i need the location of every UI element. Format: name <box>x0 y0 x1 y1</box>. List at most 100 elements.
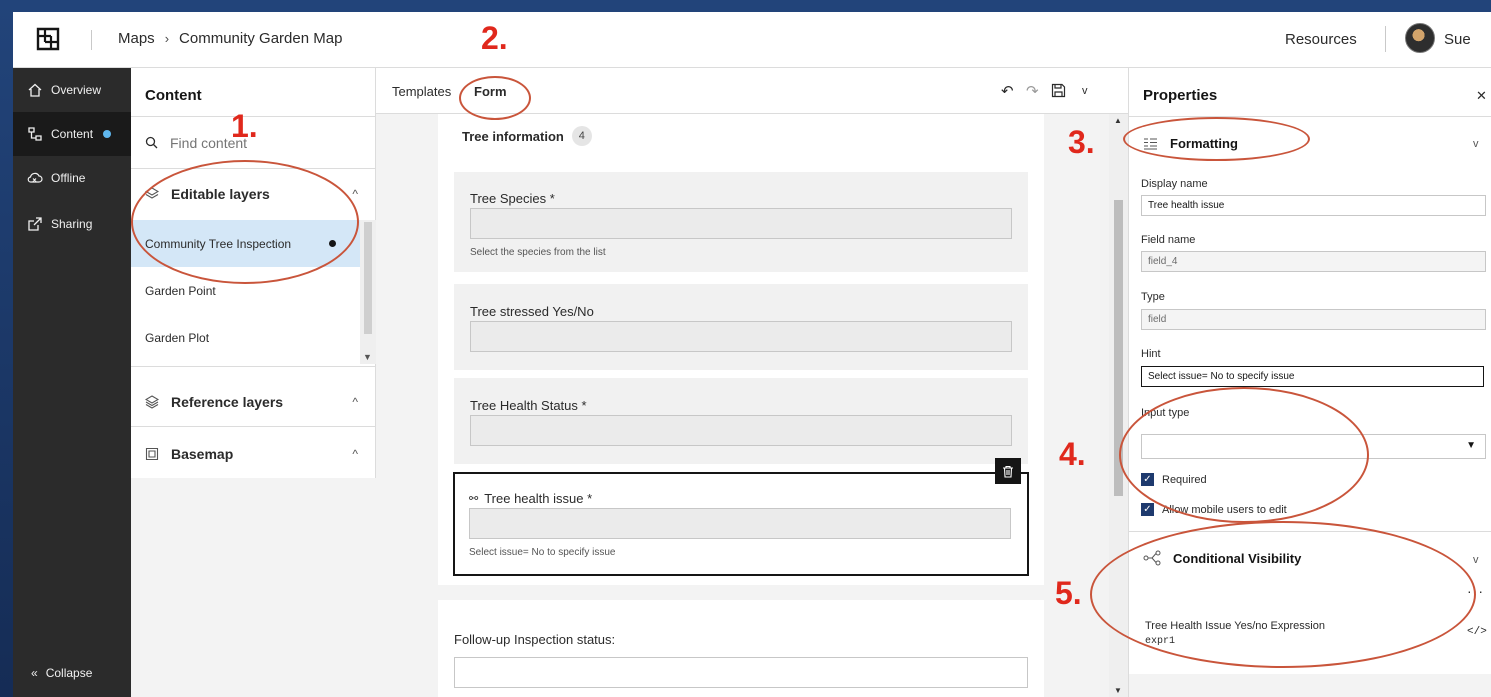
annotation-number: 5. <box>1055 575 1082 611</box>
nav-item-label: Sharing <box>51 217 93 231</box>
field-input-preview <box>469 508 1011 539</box>
trash-icon <box>1003 465 1013 478</box>
breadcrumb-maps[interactable]: Maps <box>118 30 155 47</box>
group-title-label: Tree information <box>462 128 564 144</box>
layer-label: Garden Point <box>145 283 216 298</box>
display-name-label: Display name <box>1141 178 1208 190</box>
nav-item-sharing[interactable]: Sharing <box>13 202 131 246</box>
double-chevron-left-icon: « <box>31 666 38 680</box>
breadcrumb: Maps › Community Garden Map <box>118 30 342 47</box>
layers-scrollbar[interactable]: ▼ <box>360 220 376 364</box>
chevron-up-icon: ^ <box>352 447 358 461</box>
annotation-ellipse <box>131 160 359 284</box>
form-field-card[interactable]: Tree Species * Select the species from t… <box>454 172 1028 272</box>
search-icon <box>145 136 158 149</box>
chevron-up-icon: ^ <box>352 187 358 201</box>
tab-templates[interactable]: Templates <box>392 84 451 99</box>
form-field-card[interactable]: Tree stressed Yes/No <box>454 284 1028 370</box>
collapse-button[interactable]: « Collapse <box>13 658 131 688</box>
annotation-ellipse <box>1119 387 1369 523</box>
field-label-text: Tree health issue * <box>484 491 593 506</box>
scrollbar-thumb[interactable] <box>364 222 372 334</box>
annotation-number: 3. <box>1068 124 1095 160</box>
hint-field[interactable]: Select issue= No to specify issue <box>1141 366 1484 387</box>
field-name-field: field_4 <box>1141 251 1486 272</box>
chevron-down-icon[interactable]: v <box>1082 85 1088 97</box>
panel-empty-area <box>1129 674 1491 697</box>
panel-title: Content <box>145 87 202 104</box>
reference-layers-header[interactable]: Reference layers ^ <box>131 377 376 427</box>
field-label: Tree Health Status * <box>470 398 587 413</box>
conditional-visibility-icon: ⚯ <box>469 493 479 505</box>
app-logo-icon[interactable] <box>35 26 61 52</box>
divider <box>1129 116 1491 117</box>
annotation-number: 2. <box>481 20 508 56</box>
breadcrumb-map-name: Community Garden Map <box>179 30 343 47</box>
annotation-number: 4. <box>1059 436 1086 472</box>
checkbox-checked-icon[interactable]: ✓ <box>1141 503 1154 516</box>
basemap-icon <box>145 447 159 461</box>
scroll-down-icon[interactable]: ▼ <box>1114 686 1122 695</box>
collapse-label: Collapse <box>45 666 93 680</box>
avatar[interactable] <box>1405 23 1435 53</box>
divider <box>131 426 376 427</box>
chevron-down-icon[interactable]: v <box>1473 554 1479 566</box>
layer-item-garden-plot[interactable]: Garden Plot <box>131 314 360 361</box>
form-builder: Templates Form ↶ ↷ v Tree information 4 … <box>376 68 1128 697</box>
field-input-preview <box>454 657 1028 688</box>
close-icon[interactable]: ✕ <box>1476 88 1487 104</box>
nav-item-overview[interactable]: Overview <box>13 68 131 112</box>
nav-item-label: Content <box>51 127 94 141</box>
form-field-card[interactable]: Follow-up Inspection status: <box>438 600 1044 697</box>
hint-label: Hint <box>1141 348 1161 360</box>
type-label: Type <box>1141 291 1165 303</box>
group-label: Basemap <box>171 446 234 462</box>
display-name-field[interactable]: Tree health issue <box>1141 195 1486 216</box>
basemap-header[interactable]: Basemap ^ <box>131 429 376 479</box>
header-divider <box>91 30 92 50</box>
panel-title: Properties <box>1143 87 1218 104</box>
chevron-up-icon: ^ <box>352 395 358 409</box>
field-hint: Select the species from the list <box>470 247 606 258</box>
resources-link[interactable]: Resources <box>1285 31 1357 48</box>
annotation-ellipse <box>1123 117 1310 161</box>
nav-item-label: Offline <box>51 171 86 185</box>
app-window: Maps › Community Garden Map Resources Su… <box>13 12 1491 697</box>
field-label: Tree Species * <box>470 191 555 206</box>
left-nav: Overview Content Offline Sharing « Colla… <box>13 68 131 697</box>
divider <box>131 366 376 367</box>
group-title[interactable]: Tree information 4 <box>462 126 592 146</box>
nav-item-offline[interactable]: Offline <box>13 156 131 200</box>
header-divider <box>1385 26 1386 52</box>
group-label: Reference layers <box>171 394 284 410</box>
save-icon[interactable] <box>1051 83 1066 98</box>
field-name-label: Field name <box>1141 234 1196 246</box>
field-input-preview <box>470 208 1012 239</box>
form-field-card-selected[interactable]: ⚯ Tree health issue * Select issue= No t… <box>453 472 1029 576</box>
field-count-badge: 4 <box>571 126 592 146</box>
nav-item-label: Overview <box>51 83 102 97</box>
chevron-right-icon: › <box>164 31 170 46</box>
field-input-preview <box>470 415 1012 446</box>
redo-icon[interactable]: ↷ <box>1026 82 1039 100</box>
panel-empty-area <box>131 478 376 697</box>
field-input-preview <box>470 321 1012 352</box>
annotation-number: 1. <box>231 108 258 144</box>
chevron-down-icon[interactable]: v <box>1473 138 1479 150</box>
code-icon[interactable]: </> <box>1467 626 1487 638</box>
layers-tree-icon <box>28 127 42 141</box>
undo-icon[interactable]: ↶ <box>1001 82 1014 100</box>
type-field: field <box>1141 309 1486 330</box>
status-dot <box>103 130 112 138</box>
scroll-up-icon[interactable]: ▲ <box>1114 116 1122 125</box>
nav-item-content[interactable]: Content <box>13 112 131 156</box>
dropdown-arrow-icon: ▼ <box>1466 440 1476 451</box>
user-name[interactable]: Sue <box>1444 31 1471 48</box>
scroll-down-icon[interactable]: ▼ <box>363 352 372 362</box>
form-field-card[interactable]: Tree Health Status * <box>454 378 1028 464</box>
field-hint: Select issue= No to specify issue <box>469 547 616 558</box>
reference-layers-icon <box>145 395 159 409</box>
form-canvas: Tree information 4 Tree Species * Select… <box>438 114 1044 585</box>
app-header: Maps › Community Garden Map Resources Su… <box>13 12 1491 68</box>
delete-field-button[interactable] <box>995 458 1021 484</box>
